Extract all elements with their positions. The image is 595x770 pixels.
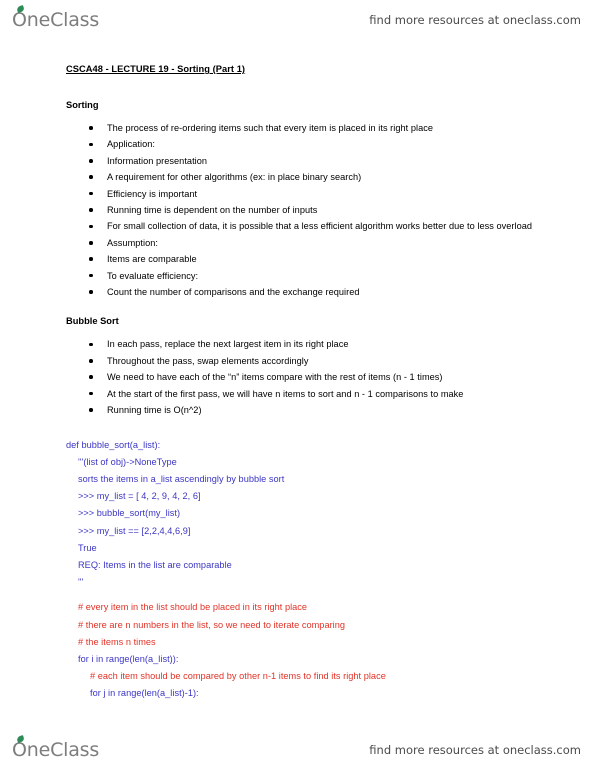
code-line: True [78,542,97,553]
bullet-list-bubble-sort: In each pass, replace the next largest i… [0,336,595,418]
list-item: Throughout the pass, swap elements accor… [89,353,595,369]
list-item-text: In each pass, replace the next largest i… [107,339,349,350]
code-line: # the items n times [78,636,156,647]
document-body: CSCA48 - LECTURE 19 - Sorting (Part 1) S… [0,62,595,703]
list-item-text: For small collection of data, it is poss… [107,221,533,232]
bullet-icon [89,142,93,147]
list-item-text: To evaluate efficiency: [107,270,199,281]
bullet-icon [89,359,93,363]
bullet-list-sorting: The process of re-ordering items such th… [0,120,595,300]
code-line: def bubble_sort(a_list): [66,439,161,450]
bullet-icon [89,342,93,347]
code-line: ''' [78,577,84,588]
code-line: for j in range(len(a_list)-1): [90,688,199,699]
list-item: In each pass, replace the next largest i… [89,336,595,352]
page-title: CSCA48 - LECTURE 19 - Sorting (Part 1) [66,64,246,74]
leaf-icon [16,735,25,743]
oneclass-logo-header: O neClass [12,5,100,31]
list-item: A requirement for other algorithms (ex: … [89,169,595,185]
list-item: Running time is dependent on the number … [89,202,595,218]
list-item: Assumption: [89,235,595,251]
code-block: def bubble_sort(a_list): '''(list of obj)… [66,437,595,703]
bullet-icon [89,391,93,396]
bullet-icon [89,375,93,380]
leaf-icon [16,5,25,13]
list-item-text: Efficiency is important [107,188,198,199]
bullet-icon [89,126,93,130]
code-line: REQ: Items in the list are comparable [78,559,232,570]
logo-letter-o: O [12,735,27,761]
bullet-icon [89,175,93,179]
logo-letter-o: O [12,5,27,31]
list-item-text: Application: [107,139,155,150]
page-footer: O neClass find more resources at oneclas… [0,730,595,770]
list-item: Application: [89,136,595,152]
code-line: >>> my_list = [ 4, 2, 9, 4, 2, 6] [78,491,201,502]
list-item-text: At the start of the first pass, we will … [107,388,464,399]
promo-text-header: find more resources at oneclass.com [369,13,581,27]
section-heading-bubble-sort: Bubble Sort [66,316,119,327]
code-line: sorts the items in a_list ascendingly by… [78,473,285,484]
bullet-icon [89,208,93,212]
list-item: Items are comparable [89,251,595,267]
list-item: Running time is O(n^2) [89,402,595,418]
list-item-text: Running time is dependent on the number … [107,205,318,216]
oneclass-logo-text-footer: neClass [26,739,100,761]
list-item-text: Items are comparable [107,254,197,265]
list-item: The process of re-ordering items such th… [89,120,595,136]
list-item-text: Count the number of comparisons and the … [107,287,360,298]
list-item-text: Assumption: [107,237,158,248]
oneclass-logo-footer: O neClass [12,735,100,761]
list-item: Count the number of comparisons and the … [89,284,595,300]
code-line: >>> my_list == [2,2,4,4,6,9] [78,525,191,536]
list-item: For small collection of data, it is poss… [89,218,595,234]
list-item: Efficiency is important [89,186,595,202]
list-item: We need to have each of the “n” items co… [89,369,595,385]
promo-text-footer: find more resources at oneclass.com [369,743,581,757]
section-heading-sorting: Sorting [66,100,99,110]
bullet-icon [89,191,93,196]
code-line: # every item in the list should be place… [78,602,308,613]
bullet-icon [89,408,93,412]
bullet-icon [89,257,93,262]
list-item-text: Information presentation [107,155,208,166]
list-item: At the start of the first pass, we will … [89,386,595,402]
bullet-icon [89,241,93,245]
list-item-text: We need to have each of the “n” items co… [107,372,443,383]
bullet-icon [89,224,93,229]
list-item-text: A requirement for other algorithms (ex: … [107,172,362,183]
list-item-text: Running time is O(n^2) [107,405,202,416]
code-line: for i in range(len(a_list)): [78,653,179,664]
code-line: >>> bubble_sort(my_list) [78,508,181,519]
bullet-icon [89,290,93,294]
code-line: # each item should be compared by other … [90,671,386,682]
oneclass-logo-text-header: neClass [26,9,100,31]
bullet-icon [89,159,93,163]
bullet-icon [89,273,93,278]
code-line: # there are n numbers in the list, so we… [78,619,346,630]
page-header: O neClass find more resources at oneclas… [0,0,595,40]
list-item-text: Throughout the pass, swap elements accor… [107,355,309,366]
list-item: Information presentation [89,153,595,169]
list-item-text: The process of re-ordering items such th… [107,123,434,133]
code-line: '''(list of obj)->NoneType [78,456,177,467]
list-item: To evaluate efficiency: [89,268,595,284]
